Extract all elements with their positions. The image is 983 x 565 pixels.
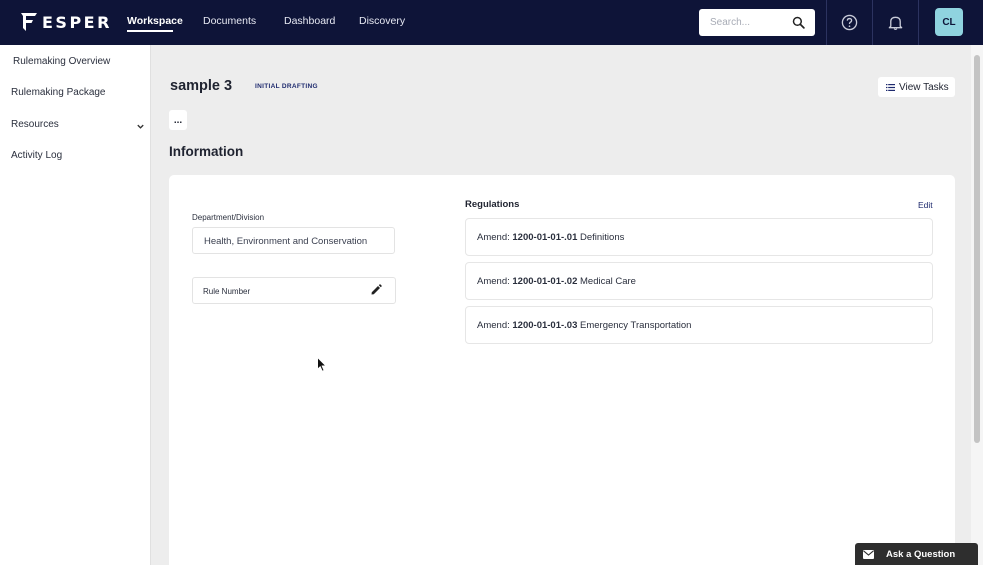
- nav-discovery[interactable]: Discovery: [359, 15, 405, 27]
- sidebar: Rulemaking Overview Rulemaking Package R…: [0, 45, 151, 565]
- regulation-name: Emergency Transportation: [580, 320, 692, 331]
- nav-active-indicator: [127, 30, 173, 32]
- department-label: Department/Division: [192, 213, 265, 222]
- more-options-button[interactable]: ...: [169, 110, 187, 130]
- user-avatar[interactable]: CL: [935, 8, 963, 36]
- department-field: Health, Environment and Conservation: [192, 227, 395, 254]
- brand-name: ESPER: [42, 12, 112, 32]
- mail-icon: [863, 549, 874, 559]
- regulation-code: 1200-01-01-.01: [512, 232, 578, 243]
- sidebar-item-activity-log[interactable]: Activity Log: [11, 150, 62, 161]
- search-icon[interactable]: [792, 16, 805, 29]
- view-tasks-label: View Tasks: [899, 81, 949, 93]
- esper-logo-icon: [21, 13, 37, 31]
- chevron-down-icon[interactable]: [136, 122, 145, 131]
- pencil-icon[interactable]: [370, 284, 382, 296]
- nav-documents[interactable]: Documents: [203, 15, 256, 27]
- edit-regulations-link[interactable]: Edit: [918, 200, 933, 210]
- search-input[interactable]: Search...: [710, 17, 750, 28]
- ask-a-question-button[interactable]: Ask a Question: [855, 543, 978, 565]
- sidebar-item-rulemaking-package[interactable]: Rulemaking Package: [11, 87, 106, 98]
- mouse-cursor-icon: [317, 357, 327, 372]
- section-title: Information: [169, 144, 244, 159]
- page-title: sample 3: [170, 78, 233, 94]
- nav-divider: [826, 0, 827, 45]
- regulation-item[interactable]: Amend: 1200-01-01-.02 Medical Care: [465, 262, 933, 300]
- nav-workspace[interactable]: Workspace: [127, 15, 183, 27]
- top-nav-bar: ESPER Workspace Documents Dashboard Disc…: [0, 0, 983, 45]
- regulation-name: Definitions: [580, 232, 625, 243]
- sidebar-item-resources[interactable]: Resources: [11, 119, 59, 130]
- regulations-title: Regulations: [465, 199, 520, 210]
- regulation-item[interactable]: Amend: 1200-01-01-.01 Definitions: [465, 218, 933, 256]
- status-badge: INITIAL DRAFTING: [255, 83, 318, 90]
- regulation-prefix: Amend:: [477, 320, 510, 331]
- regulation-prefix: Amend:: [477, 276, 510, 287]
- rule-number-label: Rule Number: [203, 287, 251, 296]
- rule-number-field[interactable]: Rule Number: [192, 277, 396, 304]
- esper-logo[interactable]: ESPER: [20, 11, 112, 33]
- view-tasks-button[interactable]: View Tasks: [878, 77, 955, 97]
- page-scrollbar[interactable]: [971, 45, 983, 565]
- regulation-code: 1200-01-01-.03: [512, 320, 578, 331]
- sidebar-item-rulemaking-overview[interactable]: Rulemaking Overview: [13, 56, 110, 67]
- regulation-prefix: Amend:: [477, 232, 510, 243]
- bell-icon[interactable]: [887, 14, 904, 31]
- nav-divider: [918, 0, 919, 45]
- search-box[interactable]: Search...: [699, 9, 815, 36]
- nav-divider: [872, 0, 873, 45]
- regulation-name: Medical Care: [580, 276, 636, 287]
- regulation-code: 1200-01-01-.02: [512, 276, 578, 287]
- help-icon[interactable]: [841, 14, 858, 31]
- list-icon: [886, 83, 895, 91]
- nav-dashboard[interactable]: Dashboard: [284, 15, 335, 27]
- regulation-item[interactable]: Amend: 1200-01-01-.03 Emergency Transpor…: [465, 306, 933, 344]
- scrollbar-thumb[interactable]: [974, 55, 980, 443]
- ask-a-question-label: Ask a Question: [886, 548, 956, 560]
